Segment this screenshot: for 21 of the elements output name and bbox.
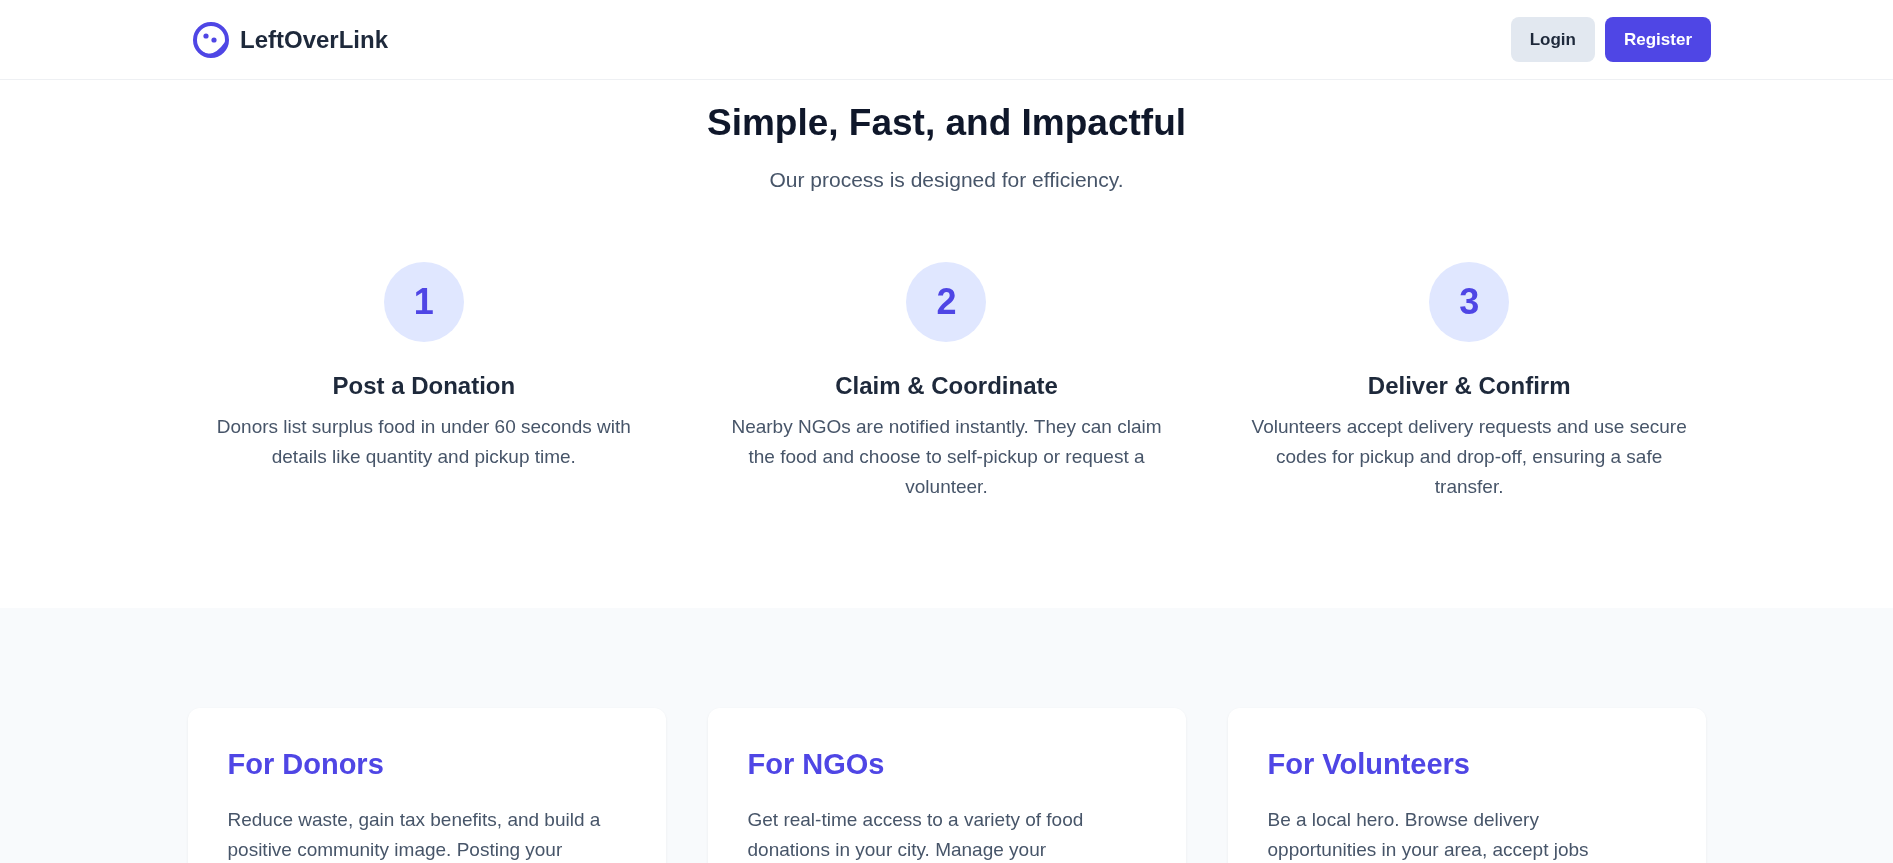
section-title: Simple, Fast, and Impactful: [707, 102, 1186, 144]
card-text: Be a local hero. Browse delivery opportunities in your area, accept jobs: [1267, 808, 1590, 862]
card-title: For NGOs: [747, 748, 886, 781]
step-description: Volunteers accept delivery requests and use secure codes for pickup and drop-off, ensuring a safe transfer.: [1250, 415, 1688, 499]
logo-icon: [192, 21, 230, 58]
card-title: For Donors: [227, 748, 385, 781]
card-text: Reduce waste, gain tax benefits, and build a positive community image. Posting your: [227, 808, 602, 862]
section-subtitle: Our process is designed for efficiency.: [769, 168, 1124, 192]
step-title: Post a Donation: [332, 372, 516, 400]
step-number: 2: [906, 262, 987, 342]
step-description: Nearby NGOs are notified instantly. They can claim the food and choose to self-pickup or request a volunteer.: [730, 415, 1163, 499]
step-number: 3: [1429, 262, 1510, 342]
step-number: 1: [383, 262, 464, 342]
card-text: Get real-time access to a variety of food donations in your city. Manage your: [747, 808, 1085, 862]
step-title: Claim & Coordinate: [835, 372, 1058, 400]
login-button[interactable]: Login: [1510, 17, 1595, 62]
brand-name: LeftOverLink: [240, 25, 389, 54]
register-button[interactable]: Register: [1604, 17, 1711, 62]
card-title: For Volunteers: [1267, 748, 1471, 781]
step-title: Deliver & Confirm: [1367, 372, 1571, 400]
step-description: Donors list surplus food in under 60 seconds with details like quantity and pickup time.: [215, 415, 632, 469]
